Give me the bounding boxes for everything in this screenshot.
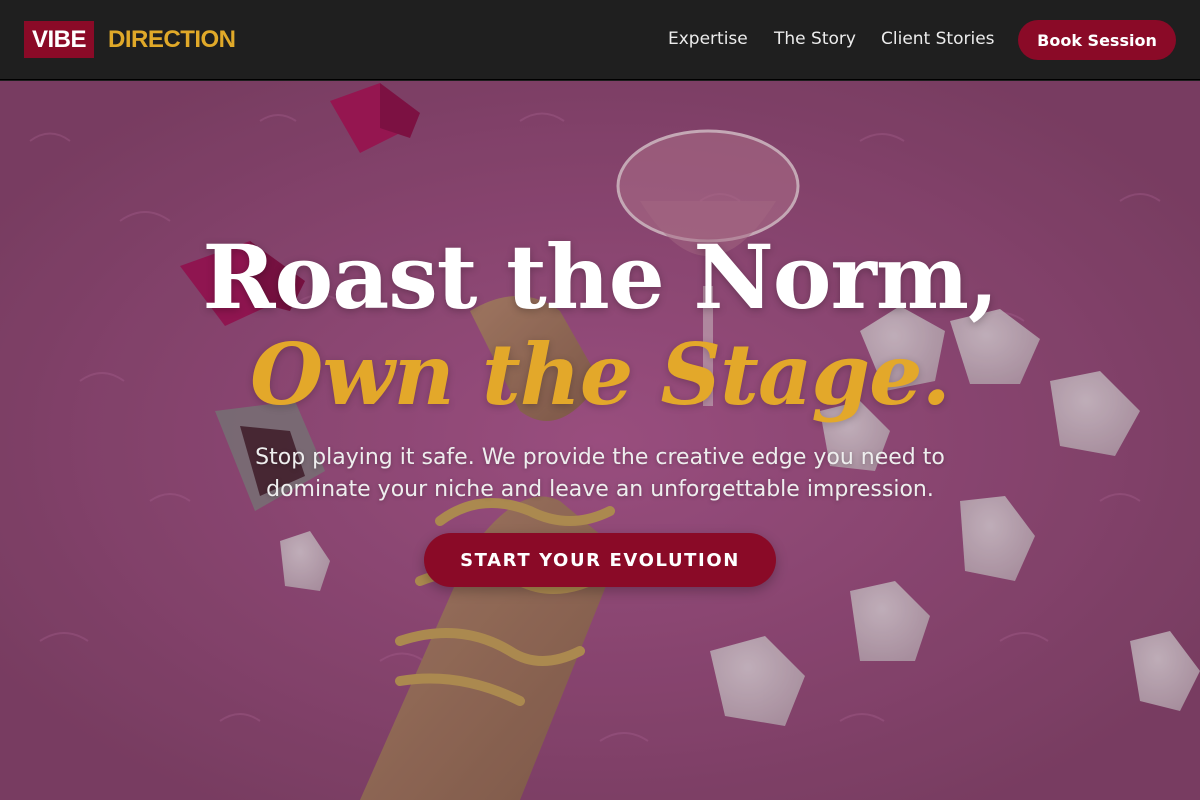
logo-vibe-mark: VIBE (24, 21, 95, 58)
brand-logo[interactable]: VIBE DIRECTION (24, 21, 236, 58)
nav-link-the-story[interactable]: The Story (774, 29, 856, 49)
nav-link-client-stories[interactable]: Client Stories (881, 29, 995, 49)
logo-direction-text: DIRECTION (108, 26, 236, 53)
hero-headline-line1: Roast the Norm, (202, 225, 998, 329)
book-session-button[interactable]: Book Session (1018, 20, 1176, 60)
hero-headline-line2: Own the Stage. (250, 325, 951, 424)
nav-link-expertise[interactable]: Expertise (668, 29, 748, 49)
hero-overlay (0, 81, 1200, 800)
start-evolution-button[interactable]: START YOUR EVOLUTION (424, 533, 776, 587)
hero-section: Roast the Norm, Own the Stage. Stop play… (0, 81, 1200, 800)
site-header: VIBE DIRECTION Expertise The Story Clien… (0, 0, 1200, 80)
hero-subtext: Stop playing it safe. We provide the cre… (255, 445, 945, 502)
